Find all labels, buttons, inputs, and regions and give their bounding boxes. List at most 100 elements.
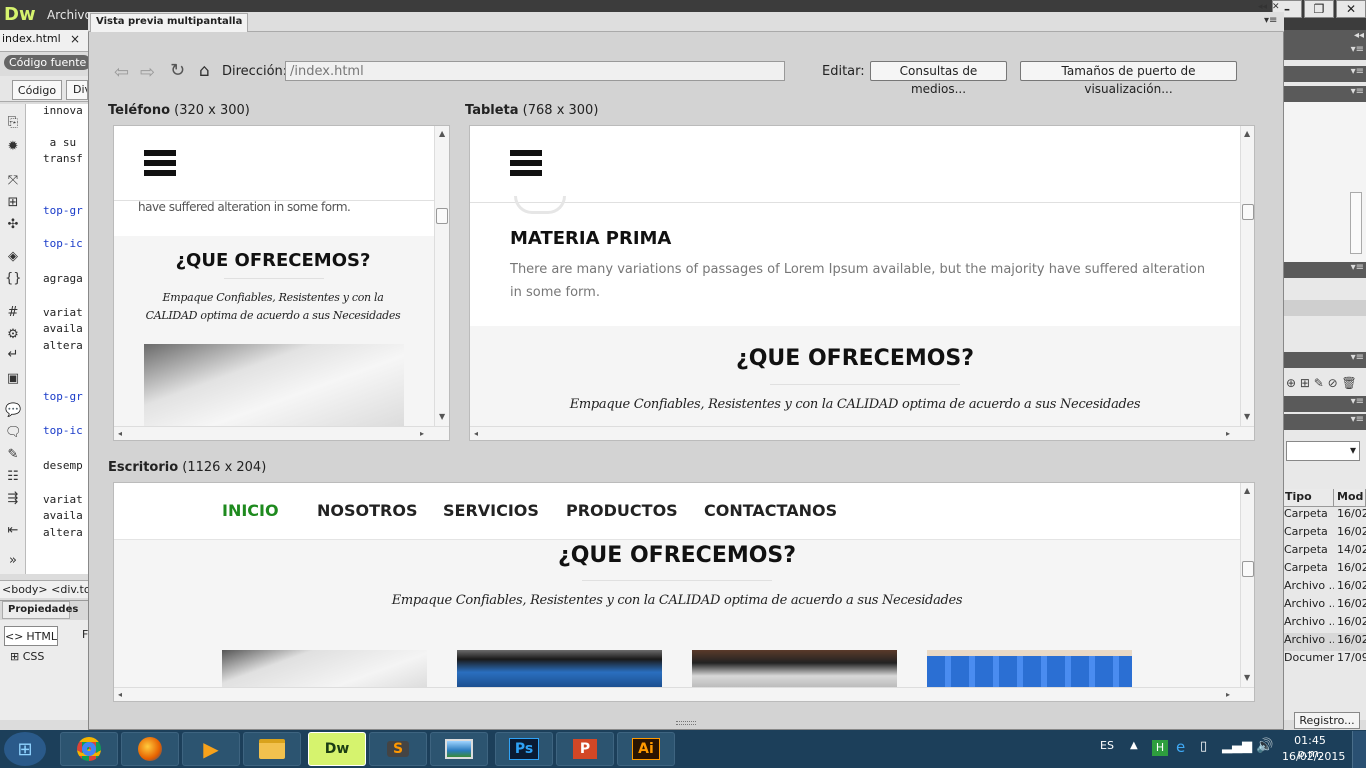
comment-icon[interactable]: 💬 xyxy=(5,404,21,418)
nav-inicio[interactable]: INICIO xyxy=(222,501,279,520)
file-row[interactable]: Carpeta 16/02 xyxy=(1282,525,1366,543)
back-arrow-icon[interactable]: ⇦ xyxy=(114,62,129,83)
media-queries-button[interactable]: Consultas de medios... xyxy=(870,61,1007,96)
taskbar-illustrator[interactable]: Ai xyxy=(617,732,675,766)
panel-actions-icon[interactable]: ⊕ ⊞ ✎ ⊘ 🗑 xyxy=(1286,376,1357,390)
document-tab[interactable]: index.html xyxy=(2,32,61,45)
dialog-close-icon[interactable]: ✕ xyxy=(1272,2,1280,12)
file-row[interactable]: Archivo ... 16/02 xyxy=(1282,579,1366,597)
panel-header[interactable]: ▾≡ xyxy=(1282,396,1366,412)
restore-icon[interactable]: ❐ xyxy=(1304,0,1334,18)
scroll-thumb[interactable] xyxy=(1242,204,1254,220)
open-documents-icon[interactable]: ⎘ xyxy=(5,116,21,130)
nav-servicios[interactable]: SERVICIOS xyxy=(443,501,539,520)
taskbar-explorer[interactable] xyxy=(243,732,301,766)
collapse-icon[interactable]: ⤧ xyxy=(5,174,21,188)
forward-arrow-icon[interactable]: ⇨ xyxy=(140,62,155,83)
select-icon[interactable]: ⊞ xyxy=(5,196,21,210)
taskbar-dreamweaver[interactable]: Dw xyxy=(308,732,366,766)
wrap-icon[interactable]: ↵ xyxy=(5,348,21,362)
resize-grip[interactable] xyxy=(676,721,696,725)
file-row[interactable]: Archivo ... 16/02 xyxy=(1282,633,1366,651)
device-icon[interactable]: ▯ xyxy=(1200,739,1207,754)
panel-header[interactable]: ▾≡ xyxy=(1282,86,1366,102)
dialog-menu-icon[interactable]: ▾≡ xyxy=(1264,15,1277,26)
code-view-button[interactable]: Código xyxy=(12,80,62,100)
hamburger-menu-icon[interactable] xyxy=(144,150,176,176)
address-input[interactable] xyxy=(285,61,785,81)
expand-icon[interactable]: ✣ xyxy=(5,218,21,232)
split-view-button[interactable]: Div xyxy=(66,80,88,100)
css-properties-button[interactable]: ⊞ CSS xyxy=(10,650,44,663)
phone-hscroll[interactable]: ◂ ▸ xyxy=(114,426,449,440)
tablet-viewport[interactable]: MATERIA PRIMA There are many variations … xyxy=(469,125,1255,441)
taskbar-photos[interactable] xyxy=(430,732,488,766)
volume-icon[interactable]: 🔊 xyxy=(1256,738,1273,754)
tray-app-icon[interactable]: H xyxy=(1152,740,1168,756)
desktop-hscroll[interactable]: ◂ ▸ xyxy=(114,687,1254,701)
scroll-thumb[interactable] xyxy=(436,208,448,224)
file-row[interactable]: Archivo ... 16/02 xyxy=(1282,615,1366,633)
nav-nosotros[interactable]: NOSOTROS xyxy=(317,501,417,520)
syntax-icon[interactable]: ▣ xyxy=(5,372,21,386)
tablet-vscroll[interactable]: ▲ ▼ xyxy=(1240,126,1254,426)
menu-archivo[interactable]: Archivo xyxy=(47,8,92,22)
desktop-vscroll[interactable]: ▲ ▼ xyxy=(1240,483,1254,687)
panel-header[interactable]: ▾≡ xyxy=(1282,66,1366,82)
dialog-collapse-icon[interactable]: ◂◂ xyxy=(1258,2,1267,12)
network-icon[interactable]: ▂▄▆ xyxy=(1222,739,1252,754)
clock-date[interactable]: 16/02/2015 xyxy=(1282,750,1345,763)
taskbar-chrome[interactable] xyxy=(60,732,118,766)
site-select[interactable]: ▾ xyxy=(1286,441,1360,461)
hamburger-menu-icon[interactable] xyxy=(510,150,542,176)
nav-productos[interactable]: PRODUCTOS xyxy=(566,501,678,520)
tag-icon[interactable]: ◈ xyxy=(5,250,21,264)
snippet-icon[interactable]: ✎ xyxy=(5,448,21,462)
close-icon[interactable]: ✕ xyxy=(1336,0,1366,18)
source-code-pill[interactable]: Código fuente xyxy=(4,55,92,70)
taskbar-powerpoint[interactable]: P xyxy=(556,732,614,766)
col-type[interactable]: Tipo xyxy=(1282,489,1334,506)
highlight-icon[interactable]: ⚙ xyxy=(5,328,21,342)
file-row[interactable]: Carpeta 16/02 xyxy=(1282,507,1366,525)
more-icon[interactable]: » xyxy=(5,554,21,568)
taskbar-photoshop[interactable]: Ps xyxy=(495,732,553,766)
panel-header[interactable]: ▾≡ xyxy=(1282,414,1366,430)
file-row[interactable]: Archivo ... 16/02 xyxy=(1282,597,1366,615)
scroll-thumb[interactable] xyxy=(1242,561,1254,577)
tag-selector[interactable]: <body> <div.top- xyxy=(0,580,88,598)
code-editor[interactable]: innova a su transf top-gr top-ic agraga … xyxy=(26,104,88,574)
phone-vscroll[interactable]: ▲ ▼ xyxy=(434,126,449,426)
tray-expand-icon[interactable]: ▲ xyxy=(1130,740,1138,751)
tablet-hscroll[interactable]: ◂ ▸ xyxy=(470,426,1254,440)
panel-scrollbar[interactable] xyxy=(1350,192,1362,254)
refresh-icon[interactable]: ↻ xyxy=(170,60,185,81)
taskbar-firefox[interactable] xyxy=(121,732,179,766)
line-numbers-icon[interactable]: # xyxy=(5,306,21,320)
panel-header[interactable]: ▾≡ xyxy=(1282,262,1366,278)
panel-header[interactable]: ▾≡ xyxy=(1282,352,1366,368)
format-icon[interactable]: ☷ xyxy=(5,470,21,484)
html-properties-button[interactable]: <> HTML xyxy=(4,626,58,646)
language-indicator[interactable]: ES xyxy=(1100,739,1114,752)
brace-icon[interactable]: {} xyxy=(5,272,22,286)
phone-viewport[interactable]: have suffered alteration in some form. ¿… xyxy=(113,125,450,441)
viewport-sizes-button[interactable]: Tamaños de puerto de visualización... xyxy=(1020,61,1237,96)
nav-contactanos[interactable]: CONTACTANOS xyxy=(704,501,837,520)
uncomment-icon[interactable]: 🗨 xyxy=(5,426,22,440)
taskbar-sublime[interactable]: S xyxy=(369,732,427,766)
indent-icon[interactable]: ⇶ xyxy=(5,492,21,506)
file-row[interactable]: Carpeta 14/02 xyxy=(1282,543,1366,561)
properties-tab[interactable]: Propiedades xyxy=(2,601,78,619)
settings-icon[interactable]: ✹ xyxy=(5,140,21,154)
panel-header[interactable]: ▾≡ xyxy=(1282,44,1366,60)
desktop-viewport[interactable]: INICIO NOSOTROS SERVICIOS PRODUCTOS CONT… xyxy=(113,482,1255,702)
ie-icon[interactable]: e xyxy=(1176,738,1185,756)
show-desktop-button[interactable] xyxy=(1352,731,1366,768)
start-button[interactable]: ⊞ xyxy=(4,732,46,766)
col-mod[interactable]: Mod xyxy=(1334,489,1366,506)
outdent-icon[interactable]: ⇤ xyxy=(5,524,21,538)
document-close-icon[interactable]: × xyxy=(70,32,80,46)
home-icon[interactable]: ⌂ xyxy=(199,61,210,81)
taskbar-media[interactable]: ▶ xyxy=(182,732,240,766)
